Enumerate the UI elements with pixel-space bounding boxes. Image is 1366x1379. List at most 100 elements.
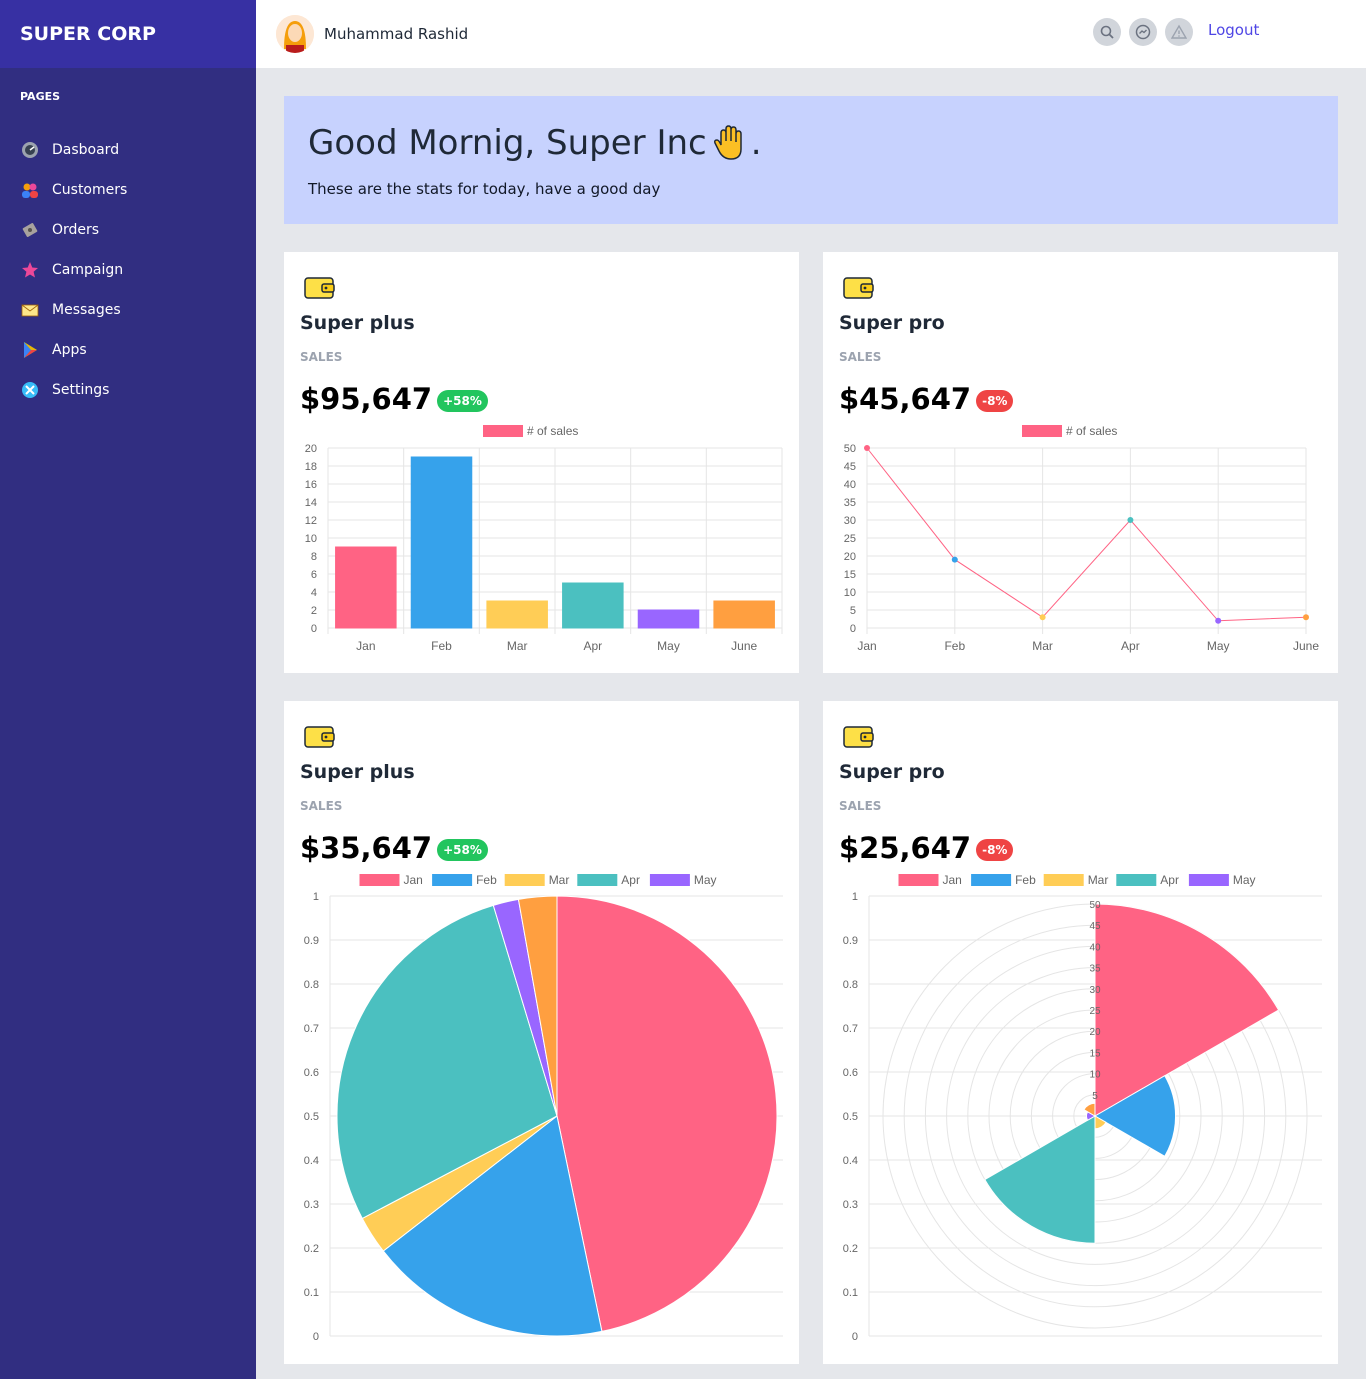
sidebar-item-dashboard[interactable]: Dasboard [0,130,256,170]
y-tick-label: 0 [311,623,317,635]
y-tick-label: 0.4 [304,1155,319,1167]
data-point [1215,617,1222,624]
sidebar-item-label: Messages [52,302,121,318]
sidebar-item-orders[interactable]: Orders [0,210,256,250]
legend-label: Apr [1160,873,1179,887]
y-tick-label: 10 [844,587,856,599]
legend-label: Feb [1015,873,1036,887]
legend-swatch [1116,874,1157,886]
radial-tick-label: 45 [1089,921,1101,932]
radial-tick-label: 25 [1089,1006,1101,1017]
sidebar-item-label: Apps [52,342,87,358]
radial-tick-label: 15 [1089,1048,1101,1059]
pages-section-label: PAGES [20,90,61,103]
sidebar-item-label: Orders [52,222,100,238]
y-tick-label: 0.8 [304,979,319,991]
sales-card: Super pro SALES $25,647 -8% Jan Feb Mar Apr… [823,701,1338,1364]
legend-swatch [1043,874,1084,886]
logout-link[interactable]: Logout [1208,21,1259,39]
x-tick-label: Mar [1032,639,1053,653]
y-tick-label: 0.2 [304,1243,319,1255]
bar [713,600,775,629]
polar-area-chart: Jan Feb Mar Apr May 0 0.1 0.2 0.3 0.4 0.5 0.6 0.7 0.8… [843,873,1322,1343]
y-tick-label: 1 [313,891,319,903]
pie-chart: Jan Feb Mar Apr May 0 0.1 0.2 0.3 0.4 0.5 0.6 0.7 0.8… [304,873,783,1343]
x-tick-label: Feb [431,639,452,653]
radial-tick-label: 35 [1089,964,1101,975]
avatar[interactable] [276,15,314,53]
x-tick-label: May [1207,639,1230,653]
y-tick-label: 0 [313,1331,319,1343]
y-tick-label: 25 [844,533,856,545]
y-tick-label: 0.8 [843,979,858,991]
top-header: Muhammad Rashid Logout [256,0,1366,68]
polar-segment [984,1115,1096,1244]
radial-tick-label: 20 [1089,1027,1101,1038]
x-tick-label: Jan [857,639,876,653]
x-tick-label: Apr [583,639,602,653]
messenger-icon[interactable] [1129,18,1157,46]
radial-tick-label: 40 [1089,942,1101,953]
welcome-banner: Good Mornig, Super Inc . These are the s… [284,96,1338,224]
radial-tick-label: 10 [1089,1070,1101,1081]
y-tick-label: 5 [850,605,856,617]
legend-label: # of sales [1066,424,1117,438]
y-tick-label: 30 [844,515,856,527]
y-tick-label: 1 [852,891,858,903]
legend-swatch [649,874,690,886]
sales-card: Super plus SALES $95,647 +58% # of sales… [284,252,799,673]
legend-swatch [971,874,1012,886]
search-icon[interactable] [1093,18,1121,46]
pie-slice [556,895,778,1332]
y-tick-label: 20 [844,551,856,563]
envelope-icon [20,300,40,320]
legend-label: Apr [621,873,640,887]
dashboard-icon [20,140,40,160]
data-point [1127,517,1134,523]
bar-chart: # of sales 0 2 4 6 8 10 12 14 16 18 20 Jan Feb Mar Apr M… [305,424,783,653]
radial-tick-label: 50 [1089,900,1101,911]
play-icon [20,340,40,360]
y-tick-label: 10 [305,533,317,545]
welcome-subtitle: These are the stats for today, have a go… [308,180,661,198]
y-tick-label: 35 [844,497,856,509]
sidebar-item-label: Campaign [52,262,124,278]
y-tick-label: 0.5 [843,1111,858,1123]
sidebar-item-customers[interactable]: Customers [0,170,256,210]
y-tick-label: 12 [305,515,317,527]
sidebar-item-settings[interactable]: Settings [0,370,256,410]
waving-hand-icon [711,123,751,163]
bar [410,456,473,629]
star-icon [20,260,40,280]
y-tick-label: 0.5 [304,1111,319,1123]
legend-label: # of sales [527,424,578,438]
sidebar-item-apps[interactable]: Apps [0,330,256,370]
y-tick-label: 0.6 [304,1067,319,1079]
y-tick-label: 45 [844,461,856,473]
sales-card: Super pro SALES $45,647 -8% # of sales 0 5… [823,252,1338,673]
y-tick-label: 0.7 [843,1023,858,1035]
sidebar-item-messages[interactable]: Messages [0,290,256,330]
sidebar-nav: Dasboard Customers Orders Campaign Messa… [0,130,256,410]
brand-logo[interactable]: SUPER CORP [0,0,256,68]
data-point [1303,614,1309,621]
sidebar-item-label: Dasboard [52,142,120,158]
y-tick-label: 0.2 [843,1243,858,1255]
sidebar-item-label: Settings [52,382,110,398]
sidebar-item-campaign[interactable]: Campaign [0,250,256,290]
warning-icon[interactable] [1165,18,1193,46]
legend-label: Mar [549,873,570,887]
y-tick-label: 14 [305,497,317,509]
x-tick-label: Apr [1121,639,1140,653]
legend-swatch [577,874,618,886]
username: Muhammad Rashid [324,25,469,43]
data-point [864,445,870,451]
legend-swatch [1188,874,1229,886]
orders-icon [20,220,40,240]
series-line [866,447,1307,622]
y-tick-label: 50 [844,443,856,455]
y-tick-label: 0.4 [843,1155,858,1167]
y-tick-label: 16 [305,479,317,491]
legend-swatch [359,874,400,886]
welcome-title-suffix: . [750,123,762,163]
